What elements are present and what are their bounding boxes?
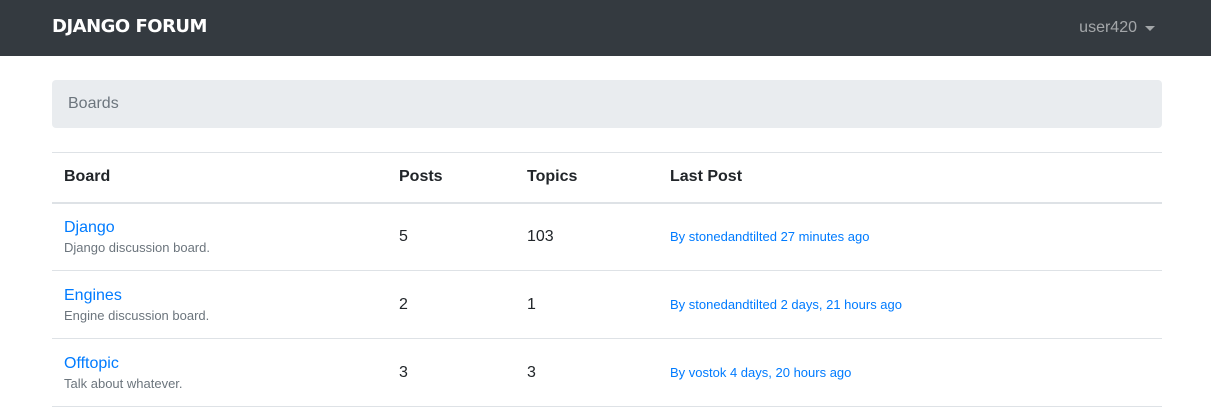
table-row: Django Django discussion board. 5 103 By…	[52, 202, 1162, 271]
header-board: Board	[52, 152, 387, 204]
header-last-post: Last Post	[658, 152, 1162, 204]
brand-logo-link[interactable]: DJANGO FORUM	[52, 16, 207, 38]
top-navbar: DJANGO FORUM user420	[0, 0, 1211, 56]
caret-down-icon	[1145, 25, 1155, 31]
last-post-link[interactable]: By stonedandtilted 2 days, 21 hours ago	[670, 297, 902, 312]
breadcrumb-item-boards: Boards	[68, 95, 119, 112]
board-link-engines[interactable]: Engines	[64, 286, 375, 306]
header-row: Board Posts Topics Last Post	[52, 152, 1162, 204]
last-post-cell: By vostok 4 days, 20 hours ago	[658, 338, 1162, 407]
board-description: Talk about whatever.	[64, 375, 183, 391]
username-label: user420	[1079, 19, 1137, 36]
header-posts: Posts	[387, 152, 515, 204]
user-dropdown-toggle[interactable]: user420	[1079, 18, 1155, 38]
board-description: Django discussion board.	[64, 239, 210, 255]
boards-table: Board Posts Topics Last Post Django Djan…	[52, 152, 1162, 407]
topics-count: 3	[515, 338, 658, 407]
board-description: Engine discussion board.	[64, 307, 210, 323]
board-link-offtopic[interactable]: Offtopic	[64, 354, 375, 374]
last-post-cell: By stonedandtilted 27 minutes ago	[658, 202, 1162, 271]
board-cell: Engines Engine discussion board.	[52, 270, 387, 339]
table-row: Engines Engine discussion board. 2 1 By …	[52, 270, 1162, 339]
board-link-django[interactable]: Django	[64, 218, 375, 238]
boards-table-body: Django Django discussion board. 5 103 By…	[52, 202, 1162, 407]
boards-table-header: Board Posts Topics Last Post	[52, 152, 1162, 204]
last-post-link[interactable]: By stonedandtilted 27 minutes ago	[670, 229, 869, 244]
table-row: Offtopic Talk about whatever. 3 3 By vos…	[52, 338, 1162, 407]
topics-count: 1	[515, 270, 658, 339]
posts-count: 5	[387, 202, 515, 271]
board-cell: Offtopic Talk about whatever.	[52, 338, 387, 407]
breadcrumb: Boards	[52, 80, 1162, 128]
board-cell: Django Django discussion board.	[52, 202, 387, 271]
header-topics: Topics	[515, 152, 658, 204]
posts-count: 2	[387, 270, 515, 339]
last-post-link[interactable]: By vostok 4 days, 20 hours ago	[670, 365, 851, 380]
posts-count: 3	[387, 338, 515, 407]
last-post-cell: By stonedandtilted 2 days, 21 hours ago	[658, 270, 1162, 339]
topics-count: 103	[515, 202, 658, 271]
